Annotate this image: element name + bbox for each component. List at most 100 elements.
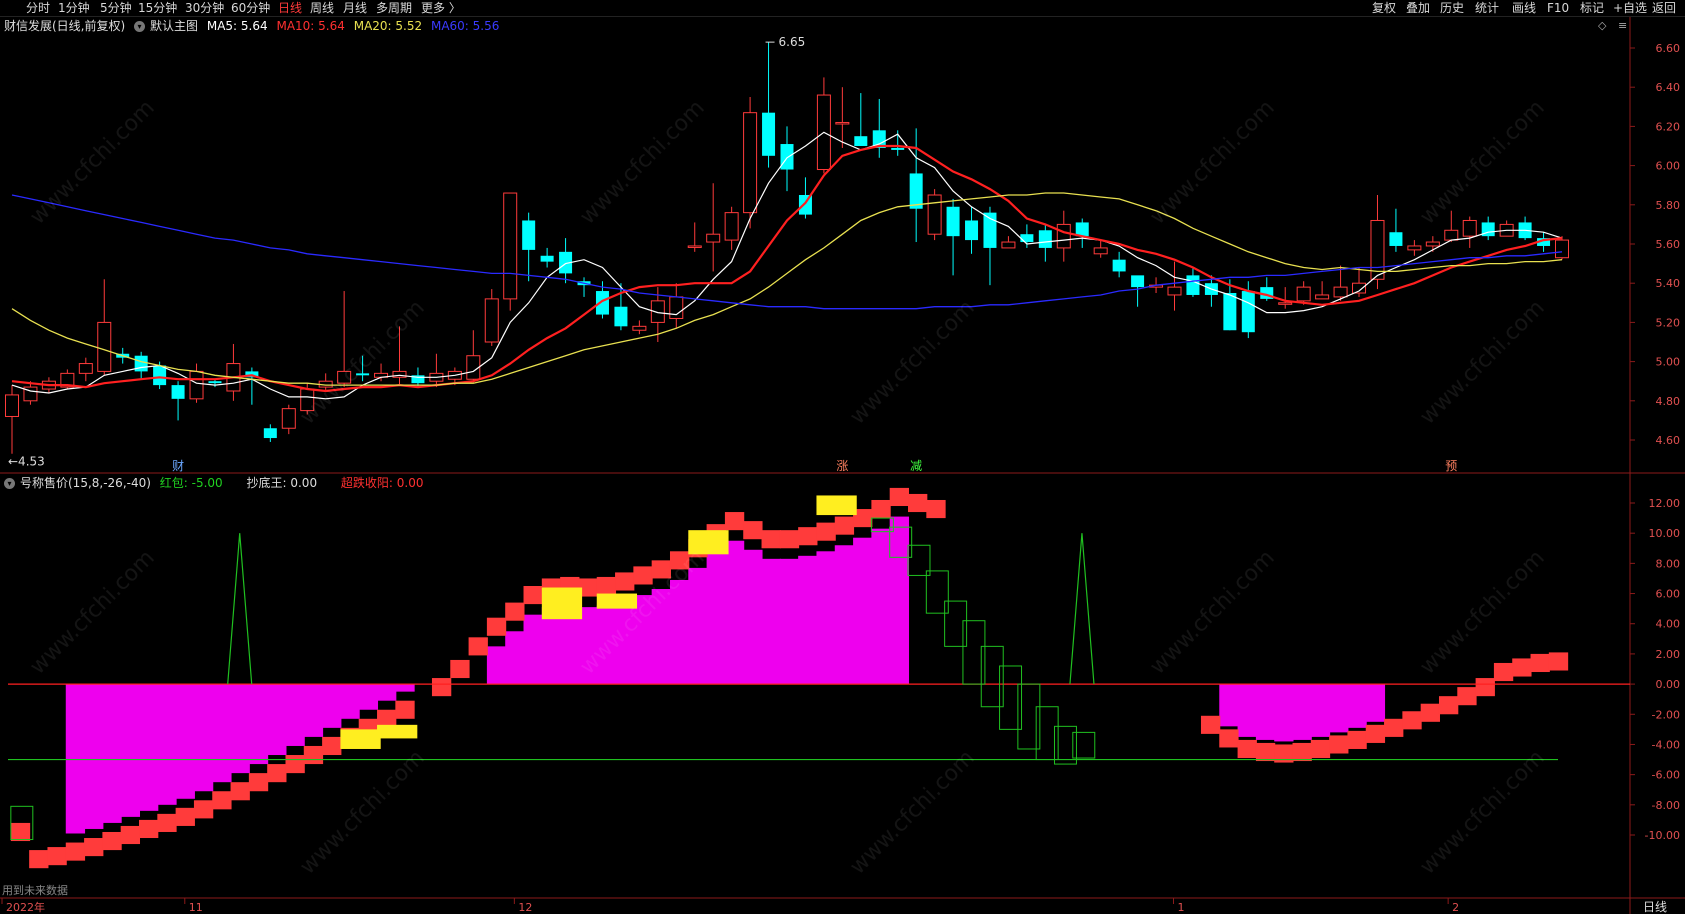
magenta-bar [889,516,910,685]
price-axis-label: 6.60 [1656,42,1681,55]
candle-body [1112,259,1126,272]
magenta-bar [303,684,324,737]
red-step-bar [1402,711,1422,730]
osc-axis-label: 10.00 [1649,527,1681,540]
red-step-bar [1384,718,1404,737]
red-step-bar [303,745,324,765]
price-axis-label: 5.80 [1656,199,1681,212]
red-step-bar [1475,678,1495,697]
price-axis-label: 4.80 [1656,395,1681,408]
sub-chart-info: ▾ 号称售价(15,8,-26,-40) 红包: -5.00 抄底王: 0.00 … [4,474,428,492]
red-step-bar [1237,739,1257,759]
low-price-label: ←4.53 [8,455,45,469]
candle-body [946,206,960,237]
red-step-bar [1493,662,1514,682]
event-marker: 涨 [836,458,848,473]
red-step-bar [230,782,250,801]
candle-body [1131,275,1145,288]
sub-indicator-title[interactable]: 号称售价(15,8,-26,-40) [20,476,151,490]
red-step-bar [431,678,452,697]
magenta-bar [743,549,763,685]
red-step-bar [175,807,195,826]
red-step-bar [761,530,781,549]
red-step-bar [523,586,543,605]
osc-axis-label: -4.00 [1652,738,1680,751]
price-axis-label: 5.20 [1656,316,1681,329]
magenta-bar [779,558,800,685]
yellow-block [596,593,638,609]
price-axis-label: 4.60 [1656,434,1681,447]
candle-body [97,321,112,372]
indicator-name[interactable]: 默认主图 [150,19,198,33]
ma20-value: MA20: 5.52 [353,19,423,33]
magenta-bar [102,684,122,823]
chevron-down-icon[interactable]: ▾ [4,478,15,489]
candle-body [484,298,499,343]
magenta-bar [615,601,635,685]
magenta-bar [706,552,726,685]
red-step-bar [322,736,342,756]
red-step-bar [651,560,671,579]
candle-body [1444,229,1459,241]
candle-body [1315,294,1330,300]
red-packet-value: 红包: -5.00 [159,476,223,490]
osc-axis-label: 8.00 [1656,557,1681,570]
ma10-value: MA10: 5.64 [276,19,345,33]
menu-icon[interactable]: ≡ [1618,19,1627,32]
magenta-bar [853,537,873,685]
period-label: 日线 [1643,900,1667,914]
candle-body [669,296,684,319]
candle-body [1241,291,1255,333]
future-data-note: 用到未来数据 [2,884,68,897]
candle-body [337,370,352,384]
candle-body [5,394,19,417]
candle-body [1333,286,1348,298]
candle-body [595,291,609,315]
red-step-bar [102,831,122,851]
magenta-bar [65,684,86,834]
stock-title: 财信发展(日线,前复权) [4,19,126,33]
chevron-down-icon[interactable]: ▾ [134,21,146,32]
red-step-bar [1347,730,1367,749]
magenta-bar [1310,684,1331,737]
candle-body [614,306,628,327]
candle-body [1056,223,1071,249]
diamond-icon[interactable]: ◇ [1598,19,1606,32]
candle-body [927,194,942,235]
red-step-bar [505,602,525,621]
price-axis-label: 5.00 [1656,356,1681,369]
candle-body [208,381,222,384]
candle-body [1223,293,1237,331]
red-step-bar [889,487,910,507]
magenta-bar [596,605,617,685]
stock-chart[interactable]: 6.60 6.40 6.20 6.00 5.80 5.60 5.40 5.20 5.00 4.80… [0,0,1685,914]
candle-body [1038,230,1052,248]
red-step-bar [871,499,891,519]
red-step-bar [193,800,214,819]
red-step-bar [84,838,104,857]
candle-body [965,220,979,241]
candle-body [540,255,554,262]
candle-body [1020,234,1034,243]
magenta-bar [212,684,232,783]
red-step-bar [816,522,836,541]
ma-line-ma60 [11,194,1563,310]
magenta-bar [193,684,214,792]
ma5-value: MA5: 5.64 [206,19,268,33]
event-marker: 预 [1445,459,1457,473]
red-step-bar [1200,715,1221,734]
green-spike [1069,533,1095,685]
magenta-bar [377,684,397,701]
candle-body [356,373,370,376]
green-spike [227,533,253,685]
osc-axis-label: -6.00 [1652,769,1680,782]
magenta-bar [1219,684,1239,727]
magenta-bar [798,555,818,685]
red-step-bar [10,822,31,842]
red-step-bar [743,521,763,540]
candle-body [706,233,721,243]
red-step-bar [1255,742,1276,762]
red-step-bar [248,773,269,792]
red-step-bar [157,813,177,832]
main-chart-info: 财信发展(日线,前复权) ▾ 默认主图 MA5: 5.64 MA10: 5.64 … [4,17,504,35]
